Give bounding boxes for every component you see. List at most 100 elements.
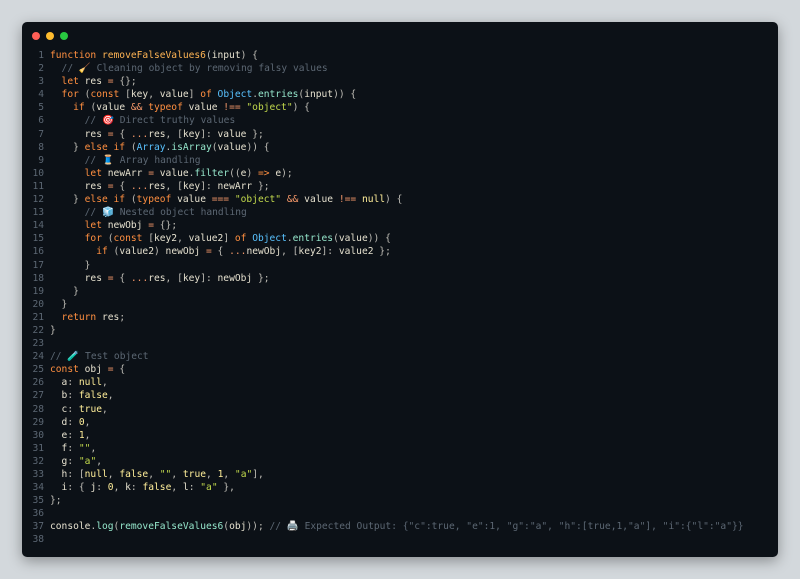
code-token: }; [252,128,264,140]
code-token: entries [292,233,334,245]
code-token: : [67,455,79,467]
code-token: obj [84,364,108,376]
code-token: // 🧹 Cleaning object by removing falsy v… [50,63,328,75]
code-token: else if [84,194,131,206]
code-token: value [159,167,189,179]
code-line: 29 d: 0, [22,416,778,429]
code-token: ) { [240,50,258,61]
code-token: , [177,233,189,245]
line-number: 7 [38,128,44,140]
line-number: 5 [38,102,44,114]
code-token: obj [229,521,247,533]
code-line: 9 // 🧵 Array handling [22,154,778,167]
code-token: : [ [67,469,85,480]
code-token: ... [229,246,247,258]
code-token: = [107,272,120,284]
line-number: 18 [32,272,44,284]
line-number: 33 [32,469,44,480]
code-token: if [50,246,114,258]
code-token: } [50,298,68,310]
line-number: 20 [32,298,44,310]
code-token: console [50,521,91,533]
code-token: key [130,89,149,101]
line-number: 37 [32,521,44,533]
code-token: ; [119,311,126,323]
code-token: let [50,167,108,179]
code-token: a [50,377,68,389]
code-token: !== [338,194,362,206]
line-number: 26 [32,377,44,389]
code-token: ] [223,233,235,245]
code-line: 22} [22,324,778,337]
code-line: 1 function removeFalseValues6(input) { [22,49,778,62]
line-number: 32 [32,455,44,467]
code-token: , [223,469,235,480]
code-token: , [171,482,183,494]
code-token: : { [67,482,91,494]
line-number: 9 [38,154,44,166]
code-token: } [50,141,85,153]
code-token: false [142,482,172,494]
code-token: = [107,180,120,192]
code-token: let [50,220,108,232]
code-token: removeFalseValues6 [119,521,224,533]
code-token: , [ [165,128,183,140]
code-line: 14 let newObj = {}; [22,219,778,232]
minimize-window-button[interactable] [46,32,54,40]
code-token: )); [246,521,270,533]
code-token: } [50,285,79,297]
code-token: , [84,416,91,428]
code-token: // 🧊 Nested object handling [50,207,247,219]
code-token: const [90,89,126,101]
code-token: // 🖨️ Expected Output: {"c":true, "e":1,… [269,521,744,533]
code-token: { [119,128,131,140]
code-token: value [304,194,339,206]
code-token: : [96,482,108,494]
code-token: const [50,364,85,376]
code-token: input [304,89,334,101]
code-token: = [148,167,160,179]
code-line: 27 b: false, [22,389,778,402]
code-token: }, [223,482,235,494]
line-number: 3 [38,76,44,88]
code-token: of [234,233,253,245]
line-number: 15 [32,233,44,245]
code-line: 19 } [22,285,778,298]
code-token: {}; [119,76,137,88]
code-token: const [113,233,149,245]
code-token: : [67,429,79,441]
line-number: 28 [32,403,44,415]
code-line: 24 // 🧪 Test object [22,350,778,363]
code-token: , [206,469,218,480]
close-window-button[interactable] [32,32,40,40]
code-line: 20 } [22,298,778,311]
code-token: null [84,469,108,480]
code-line: 3 let res = {}; [22,75,778,88]
code-token: ) { [385,194,403,206]
code-line: 8 } else if (Array.isArray(value)) { [22,141,778,154]
code-token: , [ [165,272,183,284]
code-line: 4 for (const [key, value] of Object.entr… [22,88,778,101]
code-editor[interactable]: 1 function removeFalseValues6(input) {2 /… [22,49,778,547]
code-token: b [50,390,68,402]
code-line: 32 g: "a", [22,455,778,468]
line-number: 24 [32,351,44,363]
code-token: )) { [333,89,357,101]
code-line: 34 i: { j: 0, k: false, l: "a" }, [22,481,778,494]
code-line: 15 for (const [key2, value2] of Object.e… [22,232,778,245]
code-token: // 🧵 Array handling [50,154,201,166]
line-number: 16 [32,246,44,258]
code-token: filter [194,167,230,179]
code-token: } [50,194,85,206]
maximize-window-button[interactable] [60,32,68,40]
code-token: return [50,311,102,323]
code-line: 21 return res; [22,311,778,324]
code-line: 31 f: "", [22,442,778,455]
code-line: 38 [22,533,778,546]
code-token: ) { [292,102,310,114]
code-token: "a" [78,455,97,467]
code-token: key2 [153,233,178,245]
code-token: === [211,194,235,206]
code-token: }; [379,246,391,258]
code-token: )) { [367,233,391,245]
